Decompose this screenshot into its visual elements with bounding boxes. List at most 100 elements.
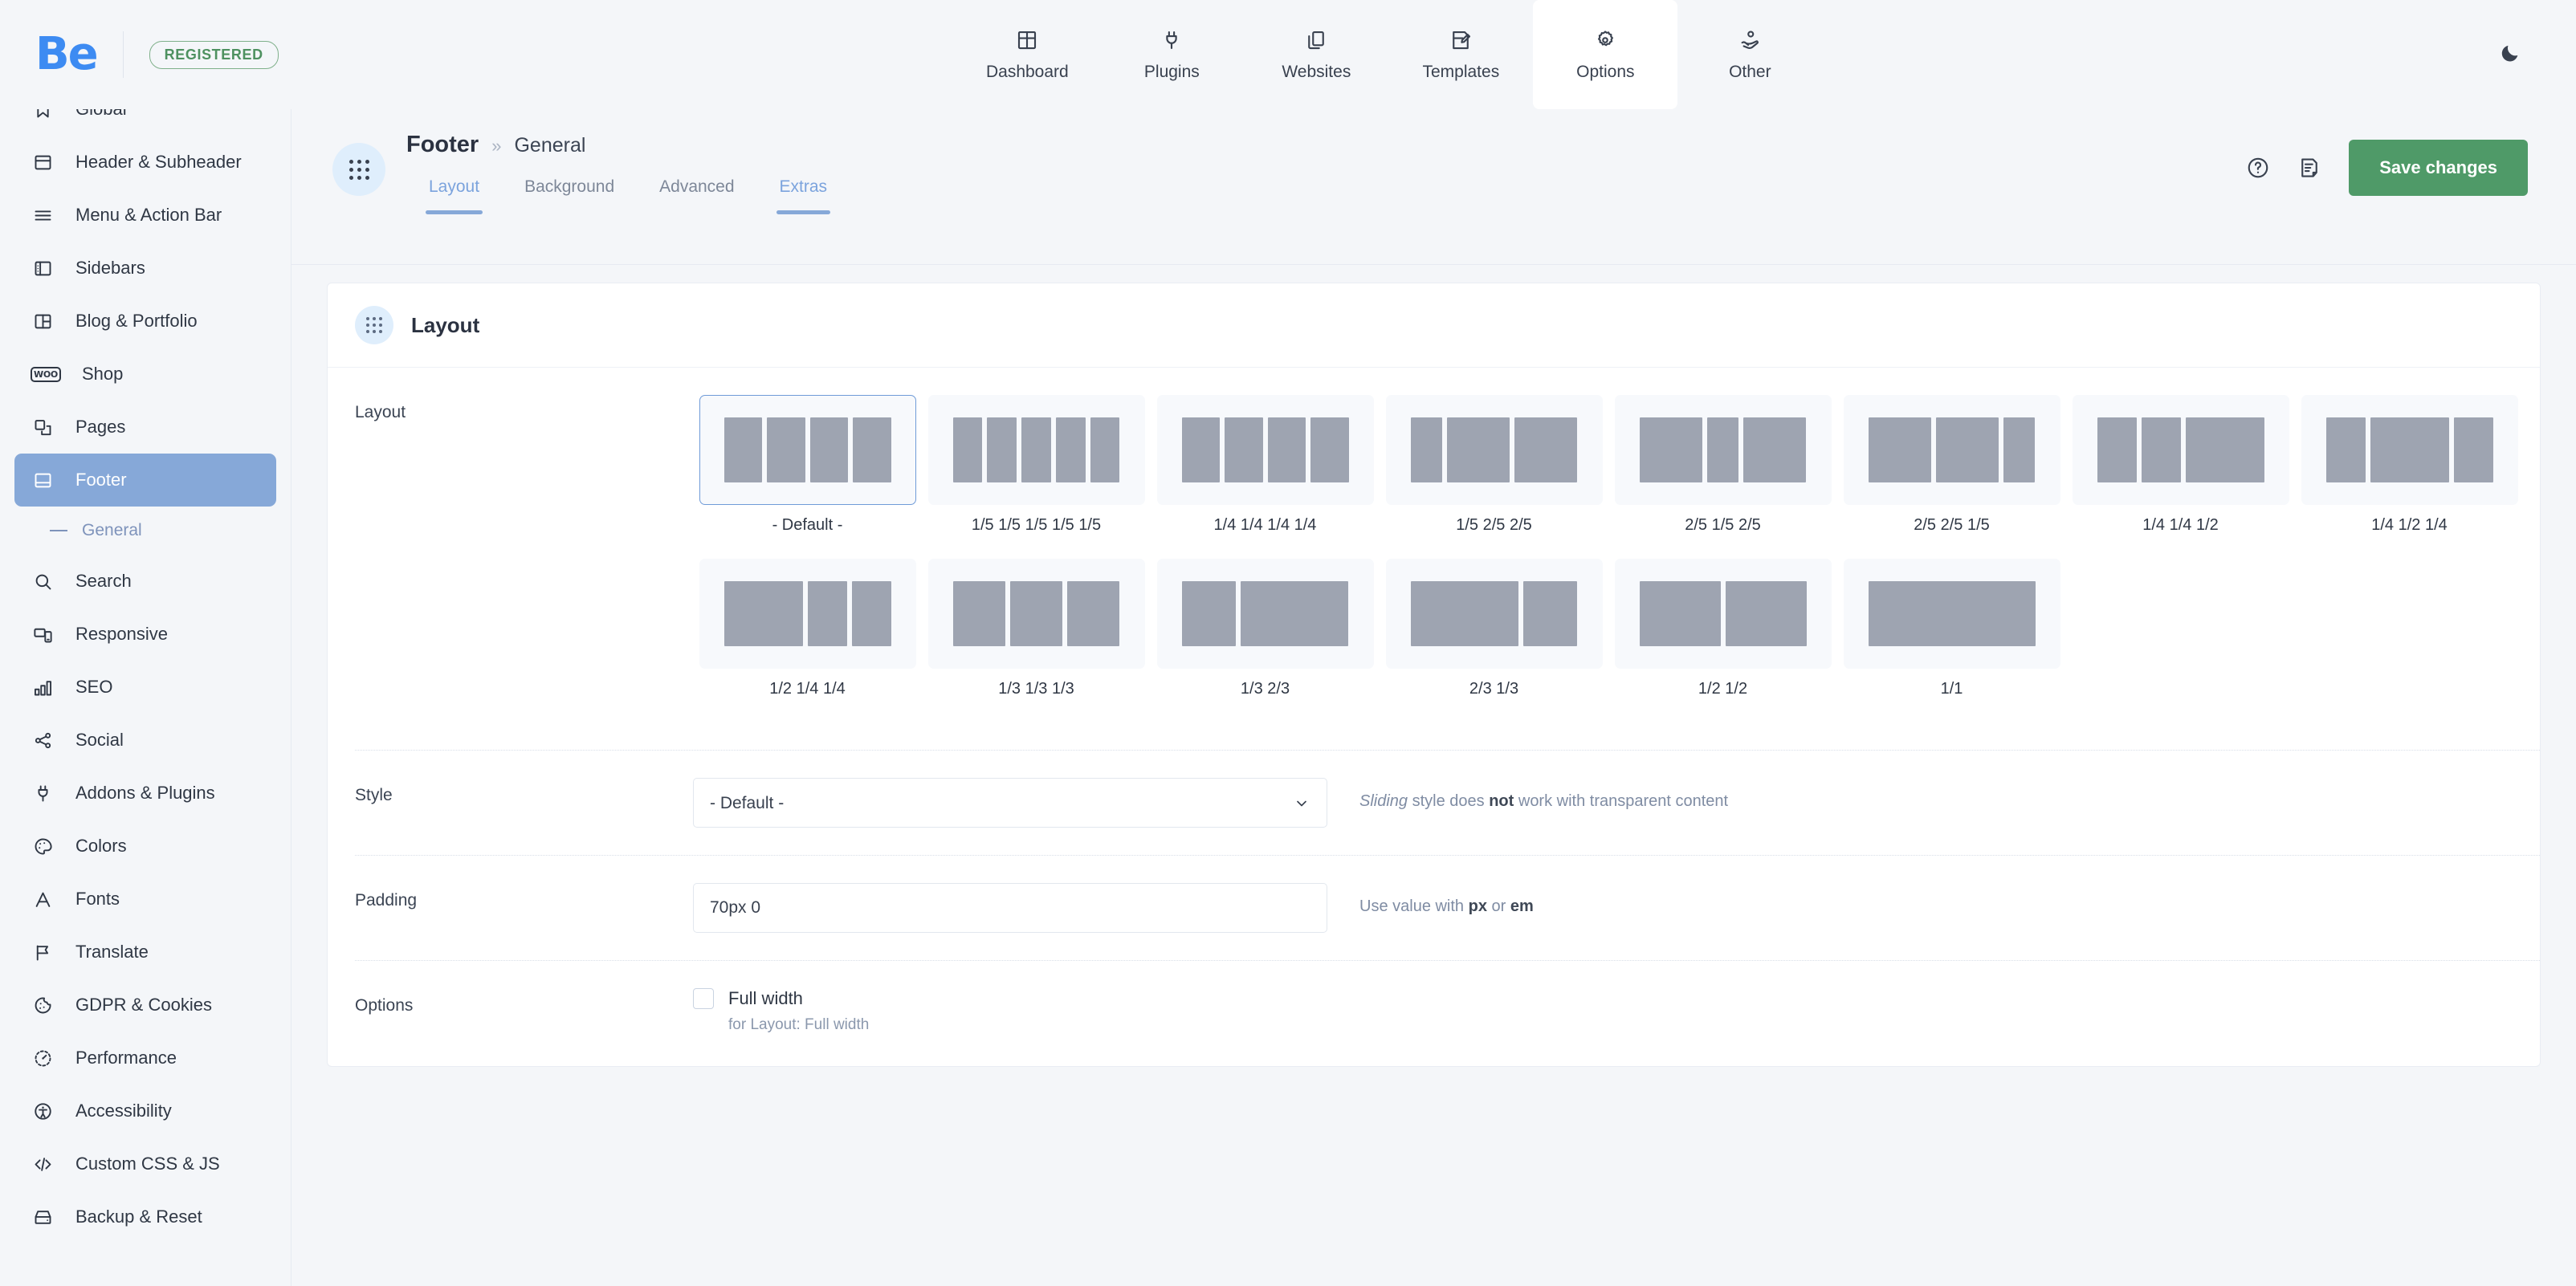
sidebar-item-custom-css-js[interactable]: Custom CSS & JS	[14, 1137, 276, 1190]
layout-tile-8[interactable]	[699, 559, 916, 669]
tab-extras[interactable]: Extras	[757, 177, 850, 214]
layout-column	[1067, 581, 1120, 646]
layout-option: 1/2 1/2	[1608, 559, 1837, 698]
layout-column	[1090, 417, 1120, 482]
layout-column	[1868, 581, 2036, 646]
style-hint-mid: style does	[1408, 792, 1490, 810]
layout-tile-12[interactable]	[1614, 559, 1832, 669]
layout-tile-5[interactable]	[1843, 395, 2060, 505]
breadcrumb: Footer » General	[406, 132, 850, 158]
top-navigation: Dashboard Plugins Websites Templates Options…	[955, 0, 1822, 109]
sidebar-item-blog-portfolio[interactable]: Blog & Portfolio	[14, 295, 276, 348]
full-width-checkbox[interactable]	[693, 988, 714, 1009]
tab-layout[interactable]: Layout	[406, 177, 502, 214]
layout-tile-2[interactable]	[1156, 395, 1374, 505]
sidebar-item-accessibility[interactable]: Accessibility	[14, 1085, 276, 1137]
topnav-item-dashboard[interactable]: Dashboard	[955, 0, 1099, 109]
layout-option: 1/4 1/2 1/4	[2295, 395, 2524, 535]
layout-tile-7[interactable]	[2301, 395, 2518, 505]
sidebar-item-seo[interactable]: SEO	[14, 661, 276, 714]
tab-advanced[interactable]: Advanced	[637, 177, 756, 214]
layout-column	[723, 417, 762, 482]
hand-person-icon	[1738, 28, 1762, 52]
sidebar-item-global[interactable]: Global	[14, 109, 276, 136]
topnav-item-templates[interactable]: Templates	[1388, 0, 1533, 109]
note-edit-icon[interactable]	[2297, 156, 2321, 180]
code-icon	[31, 1154, 55, 1175]
padding-input[interactable]	[693, 883, 1327, 933]
layout-column	[809, 417, 848, 482]
sidebar-item-performance[interactable]: Performance	[14, 1032, 276, 1085]
layout-tile-label: 2/5 2/5 1/5	[1914, 516, 1990, 534]
layout-column	[1725, 581, 1807, 646]
layout-tile-4[interactable]	[1614, 395, 1832, 505]
layout-tile-10[interactable]	[1156, 559, 1374, 669]
sidebar-item-menu-action-bar[interactable]: Menu & Action Bar	[14, 189, 276, 242]
header-layout-icon	[31, 152, 55, 173]
hamburger-icon	[31, 205, 55, 226]
topnav-item-plugins[interactable]: Plugins	[1099, 0, 1244, 109]
sidebar-item-search[interactable]: Search	[14, 555, 276, 608]
topnav-item-websites[interactable]: Websites	[1244, 0, 1388, 109]
topnav-item-options[interactable]: Options	[1533, 0, 1678, 109]
layout-column	[1181, 581, 1236, 646]
save-changes-button[interactable]: Save changes	[2349, 140, 2528, 196]
sidebar-item-colors[interactable]: Colors	[14, 820, 276, 873]
card-header: Layout	[328, 283, 2540, 368]
sidebar-item-pages[interactable]: Pages	[14, 401, 276, 454]
sidebar-item-social[interactable]: Social	[14, 714, 276, 767]
layout-column	[952, 581, 1005, 646]
sidebar-item-header-subheader[interactable]: Header & Subheader	[14, 136, 276, 189]
layout-column	[1181, 417, 1220, 482]
layout-column	[1523, 581, 1578, 646]
sidebar-item-label: Responsive	[75, 624, 168, 644]
sidebar-item-backup-reset[interactable]: Backup & Reset	[14, 1190, 276, 1243]
sidebar-item-gdpr-cookies[interactable]: GDPR & Cookies	[14, 979, 276, 1032]
layout-column	[807, 581, 847, 646]
topnav-label: Plugins	[1143, 62, 1200, 81]
dots-grid-icon	[332, 143, 385, 196]
layout-column	[1055, 417, 1086, 482]
sidebar-item-label: Colors	[75, 836, 127, 856]
sidebar-item-footer[interactable]: Footer	[14, 454, 276, 507]
grid-window-icon	[1015, 28, 1039, 52]
layout-column	[1743, 417, 1807, 482]
page-header-middle: Footer » General Layout Background Advance…	[406, 109, 850, 214]
tab-background[interactable]: Background	[502, 177, 637, 214]
layout-column	[1410, 417, 1442, 482]
sidebar-subitem-label: General	[82, 521, 142, 539]
question-circle-icon[interactable]	[2246, 156, 2270, 180]
moon-icon[interactable]	[2499, 42, 2521, 68]
sidebar-item-sidebars[interactable]: Sidebars	[14, 242, 276, 295]
layout-column	[1267, 417, 1306, 482]
layout-column	[1514, 417, 1578, 482]
sidebar-item-addons-plugins[interactable]: Addons & Plugins	[14, 767, 276, 820]
breadcrumb-sub: General	[514, 134, 586, 157]
layout-tile-6[interactable]	[2072, 395, 2289, 505]
layout-tile-13[interactable]	[1843, 559, 2060, 669]
sidebar-subitem-general[interactable]: General	[14, 507, 276, 555]
layout-tile-9[interactable]	[927, 559, 1145, 669]
layout-tile-3[interactable]	[1385, 395, 1603, 505]
sidebar[interactable]: Global Header & Subheader Menu & Action Ba…	[0, 109, 291, 1286]
layout-option: 1/4 1/4 1/2	[2066, 395, 2295, 535]
sidebar-item-translate[interactable]: Translate	[14, 926, 276, 979]
sidebar-item-shop[interactable]: WOO Shop	[14, 348, 276, 401]
layout-tiles[interactable]: - Default - 1/5 1/5 1/5 1/5 1/5 1/4 1/4 1/…	[693, 395, 2540, 722]
layout-column	[1446, 417, 1510, 482]
layout-tile-label: 1/4 1/4 1/4 1/4	[1213, 516, 1317, 534]
breadcrumb-main: Footer	[406, 132, 479, 157]
footer-layout-icon	[31, 470, 55, 491]
style-select[interactable]: - Default -	[693, 778, 1327, 828]
sidebar-item-label: Backup & Reset	[75, 1207, 202, 1227]
layout-tile-0[interactable]	[699, 395, 916, 505]
layout-tile-1[interactable]	[927, 395, 1145, 505]
topnav-label: Templates	[1422, 62, 1500, 81]
be-logo[interactable]: Be	[35, 32, 99, 77]
layout-tile-11[interactable]	[1385, 559, 1603, 669]
topnav-item-other[interactable]: Other	[1677, 0, 1822, 109]
sidebar-item-fonts[interactable]: Fonts	[14, 873, 276, 926]
layout-option: 1/5 2/5 2/5	[1380, 395, 1608, 535]
topnav-label: Options	[1576, 62, 1635, 81]
sidebar-item-responsive[interactable]: Responsive	[14, 608, 276, 661]
